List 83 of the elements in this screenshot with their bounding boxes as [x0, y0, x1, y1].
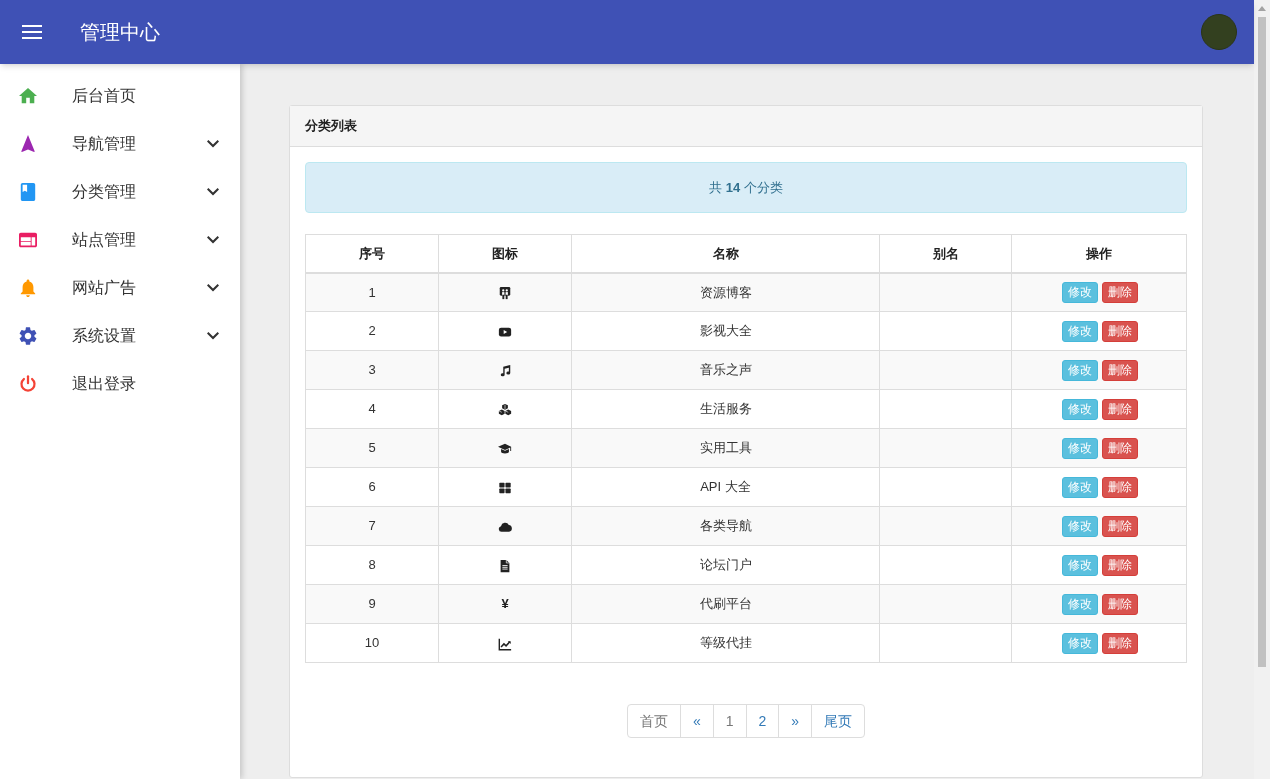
- table-cell: 资源博客: [571, 272, 880, 312]
- delete-button[interactable]: 删除: [1101, 437, 1138, 459]
- table-cell: 4: [305, 389, 439, 429]
- sidebar-item[interactable]: 导航管理: [0, 120, 240, 168]
- app-title: 管理中心: [80, 22, 160, 42]
- grid-icon: [498, 480, 512, 495]
- table-cell: 5: [305, 428, 439, 468]
- edit-button[interactable]: 修改: [1061, 437, 1098, 459]
- power-icon: [19, 375, 37, 393]
- pagination-link[interactable]: »: [778, 704, 813, 738]
- document-icon: [498, 558, 512, 573]
- table-cell: 1: [305, 272, 439, 312]
- edit-button[interactable]: 修改: [1061, 320, 1098, 342]
- sidebar-item[interactable]: 系统设置: [0, 312, 240, 360]
- menu-icon: [22, 25, 42, 39]
- panel-title: 分类列表: [305, 117, 357, 136]
- edit-button[interactable]: 修改: [1061, 632, 1098, 654]
- delete-button[interactable]: 删除: [1101, 398, 1138, 420]
- delete-button[interactable]: 删除: [1101, 554, 1138, 576]
- table-cell: 生活服务: [571, 389, 880, 429]
- sidebar-item[interactable]: 网站广告: [0, 264, 240, 312]
- table-cell: 代刷平台: [571, 584, 880, 624]
- chevron-down-icon: [207, 140, 219, 148]
- table-cell: 3: [305, 350, 439, 390]
- chevron-down-icon: [207, 332, 219, 340]
- delete-button[interactable]: 删除: [1101, 320, 1138, 342]
- delete-button[interactable]: 删除: [1101, 632, 1138, 654]
- avatar-image[interactable]: [1201, 14, 1237, 50]
- delete-button[interactable]: 删除: [1101, 476, 1138, 498]
- bell-icon: [19, 279, 37, 297]
- web-layout-icon: [19, 231, 37, 249]
- chevron-down-icon: [207, 284, 219, 292]
- delete-button[interactable]: 删除: [1101, 359, 1138, 381]
- edit-button[interactable]: 修改: [1061, 515, 1098, 537]
- column-header: 操作: [1011, 234, 1187, 273]
- edit-button[interactable]: 修改: [1061, 554, 1098, 576]
- table-cell: 各类导航: [571, 506, 880, 546]
- pagination-link[interactable]: «: [679, 704, 714, 738]
- graduation-cap-icon: [498, 441, 512, 456]
- column-header: 名称: [571, 234, 880, 273]
- music-note-icon: [498, 363, 512, 378]
- chevron-down-icon: [207, 188, 219, 196]
- delete-button[interactable]: 删除: [1101, 281, 1138, 303]
- pagination-link[interactable]: 尾页: [811, 704, 866, 738]
- table-cell: 等级代挂: [571, 623, 880, 663]
- delete-button[interactable]: 删除: [1101, 593, 1138, 615]
- sidebar-item[interactable]: 站点管理: [0, 216, 240, 264]
- sidebar-item[interactable]: 退出登录: [0, 360, 240, 408]
- table-cell: 2: [305, 311, 439, 351]
- book-icon: [19, 183, 37, 201]
- edit-button[interactable]: 修改: [1061, 281, 1098, 303]
- sidebar-item[interactable]: 分类管理: [0, 168, 240, 216]
- sidebar-item[interactable]: 后台首页: [0, 72, 240, 120]
- table-cell: 10: [305, 623, 439, 663]
- table-cell: 影视大全: [571, 311, 880, 351]
- table-cell: 实用工具: [571, 428, 880, 468]
- edit-button[interactable]: 修改: [1061, 476, 1098, 498]
- table-cell: API 大全: [571, 467, 880, 507]
- table-cell: 论坛门户: [571, 545, 880, 585]
- line-chart-icon: [498, 636, 512, 651]
- edit-button[interactable]: 修改: [1061, 398, 1098, 420]
- column-header: 序号: [305, 234, 439, 273]
- table-cell: 音乐之声: [571, 350, 880, 390]
- scrollbar-thumb[interactable]: [1258, 17, 1266, 667]
- yen-sign: ¥: [501, 596, 509, 612]
- chevron-down-icon: [207, 236, 219, 244]
- navigation-arrow-icon: [19, 135, 37, 153]
- edit-button[interactable]: 修改: [1061, 359, 1098, 381]
- table-cell: 9: [305, 584, 439, 624]
- table-cell: 6: [305, 467, 439, 507]
- column-header: 图标: [438, 234, 572, 273]
- table-cell: 7: [305, 506, 439, 546]
- settings-icon: [19, 327, 37, 345]
- pagination-link[interactable]: 2: [745, 704, 780, 738]
- presentation-icon: [498, 286, 512, 301]
- table-cell: 8: [305, 545, 439, 585]
- edit-button[interactable]: 修改: [1061, 593, 1098, 615]
- scroll-up-icon[interactable]: [1258, 6, 1266, 11]
- cubes-icon: [498, 402, 512, 417]
- summary-text: 共 14 个分类: [709, 178, 783, 197]
- column-header: 别名: [879, 234, 1012, 273]
- home-icon: [19, 87, 37, 105]
- delete-button[interactable]: 删除: [1101, 515, 1138, 537]
